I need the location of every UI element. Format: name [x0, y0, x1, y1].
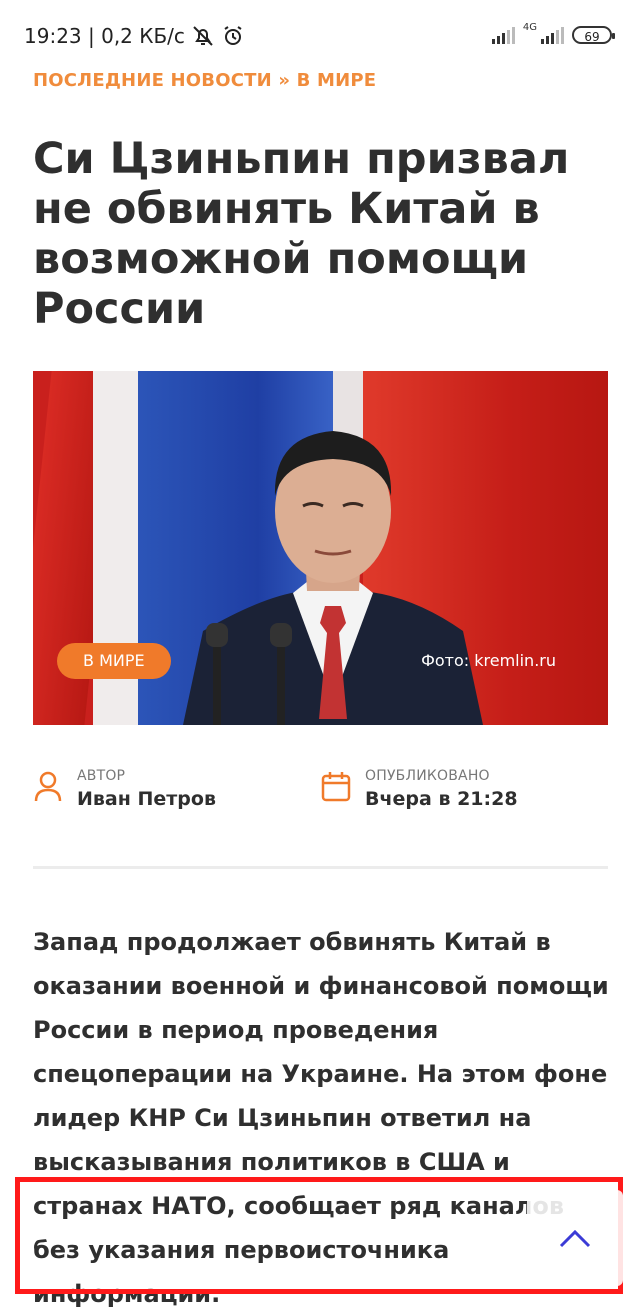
status-right: 4G 69 — [491, 22, 615, 44]
published-label: ОПУБЛИКОВАНО — [365, 768, 490, 784]
calendar-icon — [321, 772, 351, 802]
network-type: 4G — [522, 21, 537, 33]
author-block: АВТОР Иван Петров — [33, 768, 216, 810]
alarm-icon — [221, 24, 245, 48]
status-bar: 19:23 | 0,2 КБ/с 4G 69 — [0, 0, 640, 76]
divider — [33, 866, 608, 869]
status-left: 19:23 | 0,2 КБ/с — [24, 24, 245, 48]
author-label: АВТОР — [77, 768, 126, 784]
photo-credit: Фото: kremlin.ru — [421, 651, 556, 670]
article-meta: АВТОР Иван Петров ОПУБЛИКОВАНО Вчера в 2… — [33, 768, 608, 828]
category-tag[interactable]: В МИРЕ — [57, 643, 171, 679]
published-block: ОПУБЛИКОВАНО Вчера в 21:28 — [321, 768, 518, 810]
battery-indicator: 69 — [572, 26, 615, 44]
author-text: АВТОР Иван Петров — [77, 768, 216, 810]
scroll-to-top-button[interactable] — [527, 1190, 623, 1286]
article-title: Си Цзиньпин призвал не обвинять Китай в … — [33, 134, 570, 334]
author-name[interactable]: Иван Петров — [77, 788, 216, 810]
status-time-speed: 19:23 | 0,2 КБ/с — [24, 24, 185, 48]
bell-off-icon — [191, 24, 215, 48]
published-value: Вчера в 21:28 — [365, 788, 518, 810]
chevron-up-icon — [559, 1229, 591, 1248]
article-image: В МИРЕ Фото: kremlin.ru — [33, 371, 608, 725]
signal-icon — [491, 26, 515, 44]
published-text: ОПУБЛИКОВАНО Вчера в 21:28 — [365, 768, 518, 810]
4g-signal-icon — [541, 26, 564, 44]
person-illustration — [183, 431, 483, 725]
breadcrumb[interactable]: ПОСЛЕДНИЕ НОВОСТИ » В МИРЕ — [33, 70, 376, 91]
user-icon — [34, 771, 62, 802]
